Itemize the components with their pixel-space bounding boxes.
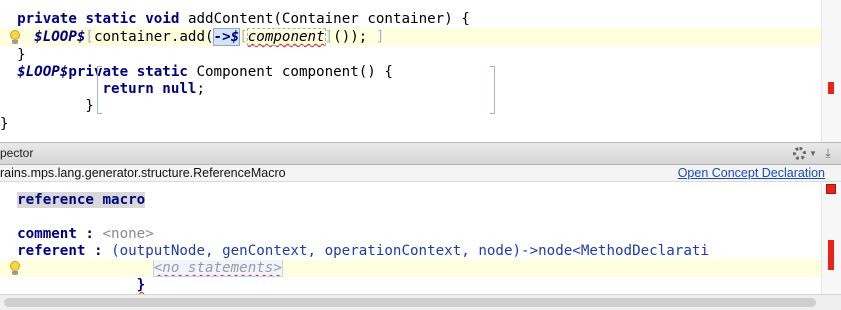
component-reference[interactable]: component — [246, 28, 326, 46]
keyword-static: static — [136, 64, 188, 80]
horizontal-scrollbar[interactable] — [0, 294, 841, 310]
inspector-line-close[interactable]: } — [0, 277, 822, 294]
reference-macro-arrow[interactable]: ->$ — [212, 28, 241, 46]
error-stripe-marker[interactable] — [828, 82, 834, 94]
loop-macro[interactable]: $LOOP$ — [34, 29, 85, 45]
semicolon: ; — [196, 81, 206, 97]
method-signature: Component component() { — [187, 64, 393, 80]
closing-brace: } — [85, 98, 94, 114]
error-stripe[interactable] — [821, 182, 841, 294]
closing-brace: } — [0, 116, 9, 132]
keyword-void: void — [145, 11, 180, 27]
concept-path: rains.mps.lang.generator.structure.Refer… — [0, 166, 286, 180]
intention-bulb-icon[interactable] — [9, 261, 21, 275]
keyword-null: null — [162, 81, 197, 97]
inspector-header: pector ▼ ⤓ — [0, 142, 841, 165]
loop-macro[interactable]: $LOOP$ — [17, 64, 68, 80]
scrollbar-thumb[interactable] — [4, 298, 816, 307]
colon: : — [76, 226, 103, 242]
ref-bracket-close: ] — [324, 29, 334, 45]
method-signature: addContent(Container container) { — [179, 11, 470, 27]
referent-label: referent — [17, 243, 86, 259]
comment-label: comment — [17, 226, 77, 242]
keyword-static: static — [85, 11, 137, 27]
code-line-7[interactable]: } — [0, 115, 822, 133]
intention-bulb-icon[interactable] — [9, 30, 21, 44]
pin-icon[interactable]: ⤓ — [822, 146, 834, 161]
closing-brace: } — [136, 277, 146, 293]
macro-range-bracket-left — [97, 66, 102, 114]
inspector-line-alias[interactable]: reference macro — [0, 192, 822, 209]
error-stripe[interactable] — [821, 0, 841, 142]
chevron-down-icon[interactable]: ▼ — [809, 143, 817, 164]
code-line-1[interactable]: private static void addContent(Container… — [0, 10, 822, 28]
referent-value[interactable]: (outputNode, genContext, operationContex… — [111, 243, 709, 259]
inspector-editor[interactable]: reference macro comment : <none> referen… — [0, 182, 841, 294]
keyword-return: return — [102, 81, 154, 97]
ref-bracket-open: [ — [239, 29, 248, 45]
macro-bracket-open: [ — [85, 29, 94, 45]
colon: : — [85, 243, 112, 259]
macro-bracket-close: ] — [367, 29, 385, 45]
inspector-line-comment[interactable]: comment : <none> — [0, 226, 822, 243]
inspector-line-referent[interactable]: referent : (outputNode, genContext, oper… — [0, 243, 822, 260]
inspector-title: pector — [0, 146, 34, 160]
code-line-3[interactable]: } — [0, 46, 822, 64]
concept-alias: reference macro — [17, 192, 146, 208]
macro-range-bracket-right — [490, 66, 495, 114]
add-call-tail: ()); — [333, 29, 368, 45]
open-concept-declaration-link[interactable]: Open Concept Declaration — [678, 165, 825, 181]
code-line-4[interactable]: $LOOP$private static Component component… — [0, 63, 822, 81]
code-line-2[interactable]: $LOOP$[container.add(->$[component]()); … — [0, 28, 822, 46]
gear-icon[interactable] — [793, 147, 806, 160]
code-line-5[interactable]: return null; — [0, 80, 822, 98]
error-status-indicator[interactable] — [826, 184, 836, 194]
comment-value[interactable]: <none> — [103, 226, 154, 242]
keyword-private: private — [17, 11, 77, 27]
no-statements-placeholder[interactable]: <no statements> — [152, 260, 283, 277]
concept-bar: rains.mps.lang.generator.structure.Refer… — [0, 165, 841, 182]
error-stripe-marker[interactable] — [828, 240, 834, 270]
code-editor[interactable]: private static void addContent(Container… — [0, 0, 841, 142]
code-line-6[interactable]: } — [0, 97, 822, 115]
add-call: container.add( — [93, 29, 214, 45]
closing-brace: } — [17, 47, 26, 63]
inspector-line-body[interactable]: <no statements> — [0, 260, 822, 277]
